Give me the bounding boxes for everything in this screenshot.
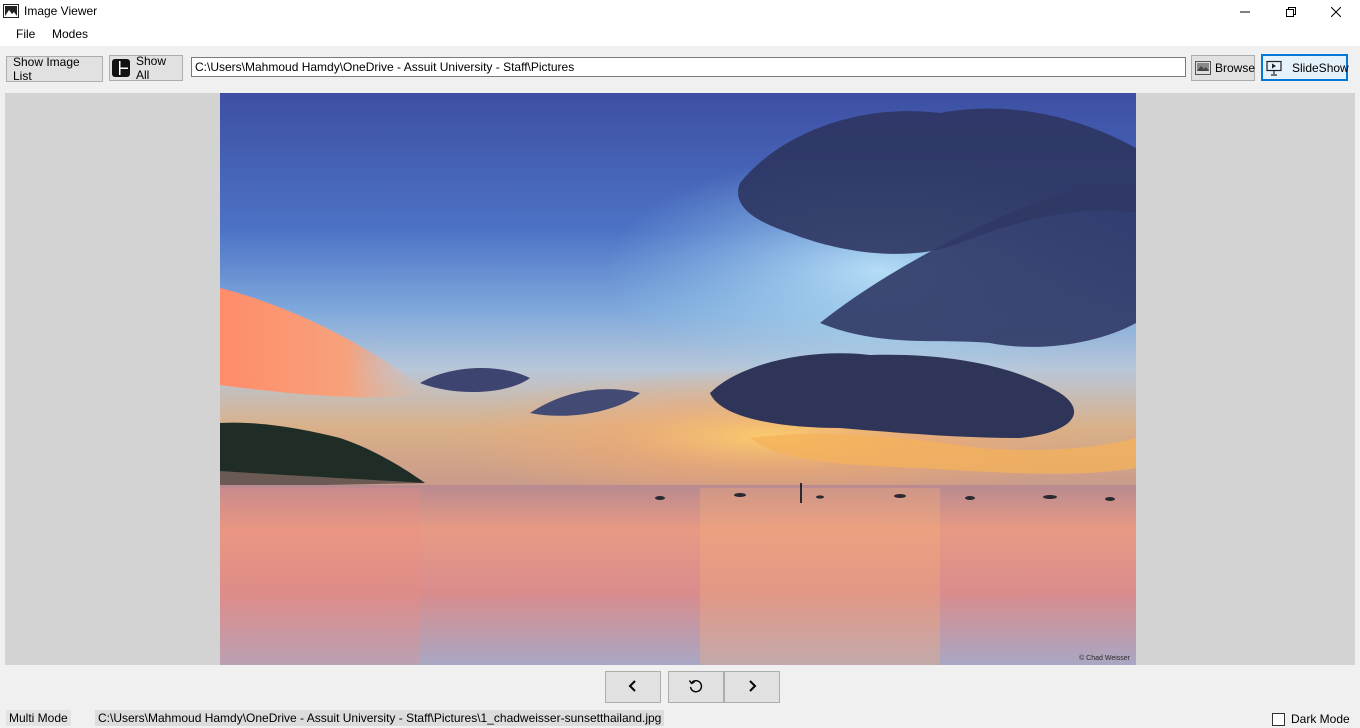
status-mode: Multi Mode <box>6 710 71 726</box>
rotate-reset-icon <box>688 678 704 697</box>
slideshow-button[interactable]: SlideShow <box>1261 54 1349 81</box>
image-credit: © Chad Weisser <box>1079 655 1130 662</box>
minimize-button[interactable] <box>1222 0 1268 23</box>
previous-image-button[interactable] <box>605 671 661 703</box>
image-viewer-panel: © Chad Weisser <box>5 93 1355 665</box>
folder-image-icon <box>1195 61 1211 75</box>
menu-bar: File Modes <box>0 23 1360 46</box>
status-bar: Multi Mode C:\Users\Mahmoud Hamdy\OneDri… <box>0 708 1360 728</box>
show-image-list-label: Show Image List <box>13 55 80 83</box>
minimize-icon <box>1240 7 1250 17</box>
restore-icon <box>1286 6 1296 17</box>
grid-icon <box>112 59 130 77</box>
presentation-icon <box>1266 60 1282 76</box>
browse-label: Browse <box>1215 61 1256 75</box>
browse-button[interactable]: Browse <box>1191 55 1255 81</box>
reset-rotation-button[interactable] <box>668 671 724 703</box>
window-title: Image Viewer <box>24 4 98 18</box>
dark-mode-label: Dark Mode <box>1291 712 1350 726</box>
show-image-list-button[interactable]: Show Image List <box>6 55 103 83</box>
toolbar: Show Image List Show All C:\Users\Mahmou… <box>0 46 1360 88</box>
chevron-left-icon <box>627 679 639 696</box>
slideshow-label: SlideShow <box>1292 60 1349 75</box>
status-file-path: C:\Users\Mahmoud Hamdy\OneDrive - Assuit… <box>95 710 665 726</box>
dark-mode-toggle[interactable]: Dark Mode <box>1272 712 1350 726</box>
close-button[interactable] <box>1313 0 1359 23</box>
dark-mode-checkbox[interactable] <box>1272 712 1285 726</box>
menu-modes[interactable]: Modes <box>50 27 90 41</box>
close-icon <box>1331 6 1341 17</box>
title-bar: Image Viewer <box>0 0 1360 23</box>
next-image-button[interactable] <box>724 671 780 703</box>
show-all-label: Show All <box>136 54 167 82</box>
restore-button[interactable] <box>1268 0 1314 23</box>
folder-path-input[interactable]: C:\Users\Mahmoud Hamdy\OneDrive - Assuit… <box>191 57 1186 77</box>
displayed-image[interactable]: © Chad Weisser <box>220 93 1136 665</box>
show-all-button[interactable]: Show All <box>109 54 183 82</box>
image-app-icon <box>3 4 19 18</box>
menu-file[interactable]: File <box>14 27 37 41</box>
chevron-right-icon <box>746 679 758 696</box>
